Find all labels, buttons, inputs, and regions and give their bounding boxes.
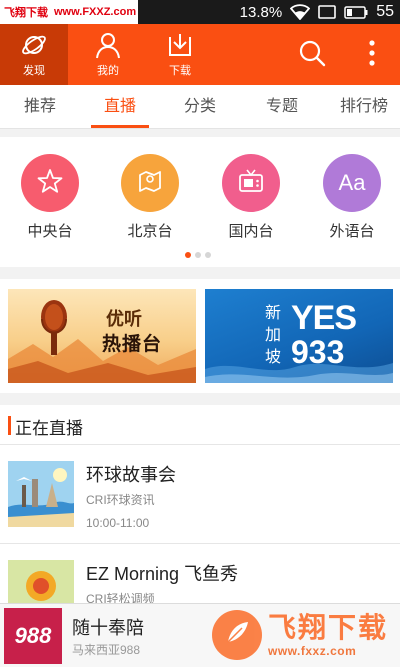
player-title: 随十奉陪 bbox=[72, 618, 144, 638]
tv-icon bbox=[237, 167, 265, 200]
battery-percent: 13.8% bbox=[239, 3, 283, 21]
nav-download-label: 下载 bbox=[169, 65, 191, 77]
player-cover-logo: 988 bbox=[14, 623, 52, 648]
program-item[interactable]: 环球故事会 CRI环球资讯 10:00-11:00 bbox=[0, 446, 400, 544]
watermark-text: 飞翔下载 www.fxxz.com bbox=[268, 612, 388, 658]
program-time: 10:00-11:00 bbox=[86, 516, 150, 530]
category-central-circle bbox=[21, 154, 79, 212]
category-central[interactable]: 中央台 bbox=[10, 154, 90, 241]
player-cover: 988 bbox=[4, 608, 62, 664]
tab-category[interactable]: 分类 bbox=[168, 85, 232, 129]
status-bar: 飞翔下载 www.FXXZ.com 13.8% 55 bbox=[0, 0, 400, 24]
tab-active-indicator bbox=[91, 125, 149, 128]
category-grid: 中央台 北京台 国内台 Aa 外语台 bbox=[0, 137, 400, 267]
battery-icon bbox=[344, 5, 368, 19]
banner-youting-title: 优听 bbox=[106, 309, 142, 329]
carousel-dot[interactable] bbox=[205, 252, 211, 258]
tab-live[interactable]: 直播 bbox=[88, 85, 152, 129]
banner-yes933-country: 新加坡 bbox=[265, 305, 282, 366]
nav-discover[interactable]: 发现 bbox=[0, 24, 68, 85]
tab-ranking[interactable]: 排行榜 bbox=[330, 85, 398, 129]
map-icon bbox=[136, 167, 164, 200]
watermark-site-name: 飞翔下载 bbox=[4, 7, 48, 19]
carousel-dot-active[interactable] bbox=[185, 252, 191, 258]
category-domestic[interactable]: 国内台 bbox=[211, 154, 291, 241]
live-section-title: 正在直播 bbox=[15, 419, 83, 438]
category-domestic-label: 国内台 bbox=[228, 223, 274, 240]
category-foreign[interactable]: Aa 外语台 bbox=[312, 154, 392, 241]
screen-icon bbox=[318, 5, 337, 19]
user-icon bbox=[94, 31, 122, 59]
live-header: 正在直播 bbox=[0, 405, 400, 445]
app-screen: 飞翔下载 www.FXXZ.com 13.8% 55 发现 我的 下载 推荐 直… bbox=[0, 0, 400, 667]
nav-mine-label: 我的 bbox=[97, 65, 119, 77]
more-vertical-icon bbox=[367, 39, 377, 72]
category-central-label: 中央台 bbox=[27, 223, 73, 240]
category-foreign-label: 外语台 bbox=[329, 223, 375, 240]
star-icon bbox=[36, 167, 64, 200]
search-icon bbox=[298, 39, 326, 72]
more-button[interactable] bbox=[355, 38, 389, 72]
planet-icon bbox=[20, 31, 48, 59]
watermark-tag: 飞翔下载 www.FXXZ.com bbox=[0, 0, 138, 24]
banner-yes933[interactable]: 新加坡 YES 933 bbox=[205, 289, 393, 383]
nav-mine[interactable]: 我的 bbox=[74, 24, 142, 85]
watermark-logo bbox=[212, 610, 262, 660]
program-thumbnail bbox=[8, 461, 74, 527]
status-indicators: 13.8% 55 bbox=[240, 0, 394, 24]
nav-download[interactable]: 下载 bbox=[146, 24, 214, 85]
banner-yes933-title: YES bbox=[291, 299, 357, 337]
category-beijing[interactable]: 北京台 bbox=[110, 154, 190, 241]
banner-yes933-number: 933 bbox=[291, 334, 345, 370]
watermark-title: 飞翔下载 bbox=[268, 612, 389, 643]
carousel-dot[interactable] bbox=[195, 252, 201, 258]
nav-discover-label: 发现 bbox=[23, 65, 45, 77]
banner-row: 优听 热播台 新加坡 YES 933 bbox=[0, 279, 400, 393]
download-icon bbox=[166, 31, 194, 59]
clock: 55 bbox=[376, 3, 394, 20]
category-beijing-circle bbox=[121, 154, 179, 212]
feather-icon bbox=[222, 618, 252, 653]
font-icon: Aa bbox=[338, 170, 366, 195]
section-accent-bar bbox=[8, 416, 11, 435]
search-button[interactable] bbox=[295, 38, 329, 72]
wifi-icon bbox=[290, 4, 311, 20]
program-source: CRI环球资讯 bbox=[86, 493, 155, 507]
tab-bar: 推荐 直播 分类 专题 排行榜 bbox=[0, 85, 400, 129]
category-beijing-label: 北京台 bbox=[127, 223, 173, 240]
top-bar: 发现 我的 下载 bbox=[0, 24, 400, 85]
watermark-bottom-url: www.fxxz.com bbox=[268, 644, 357, 658]
category-domestic-circle bbox=[222, 154, 280, 212]
carousel-indicator bbox=[185, 252, 211, 258]
tab-topic[interactable]: 专题 bbox=[250, 85, 314, 129]
tab-recommend[interactable]: 推荐 bbox=[8, 85, 72, 129]
player-subtitle: 马来西亚988 bbox=[72, 643, 141, 657]
banner-youting-subtitle: 热播台 bbox=[102, 334, 163, 355]
banner-youting[interactable]: 优听 热播台 bbox=[8, 289, 196, 383]
watermark-overlay: 飞翔下载 www.fxxz.com bbox=[212, 603, 400, 667]
program-name: 环球故事会 bbox=[86, 465, 176, 485]
watermark-url: www.FXXZ.com bbox=[54, 6, 137, 18]
category-foreign-circle: Aa bbox=[323, 154, 381, 212]
program-name: EZ Morning 飞鱼秀 bbox=[86, 564, 239, 584]
